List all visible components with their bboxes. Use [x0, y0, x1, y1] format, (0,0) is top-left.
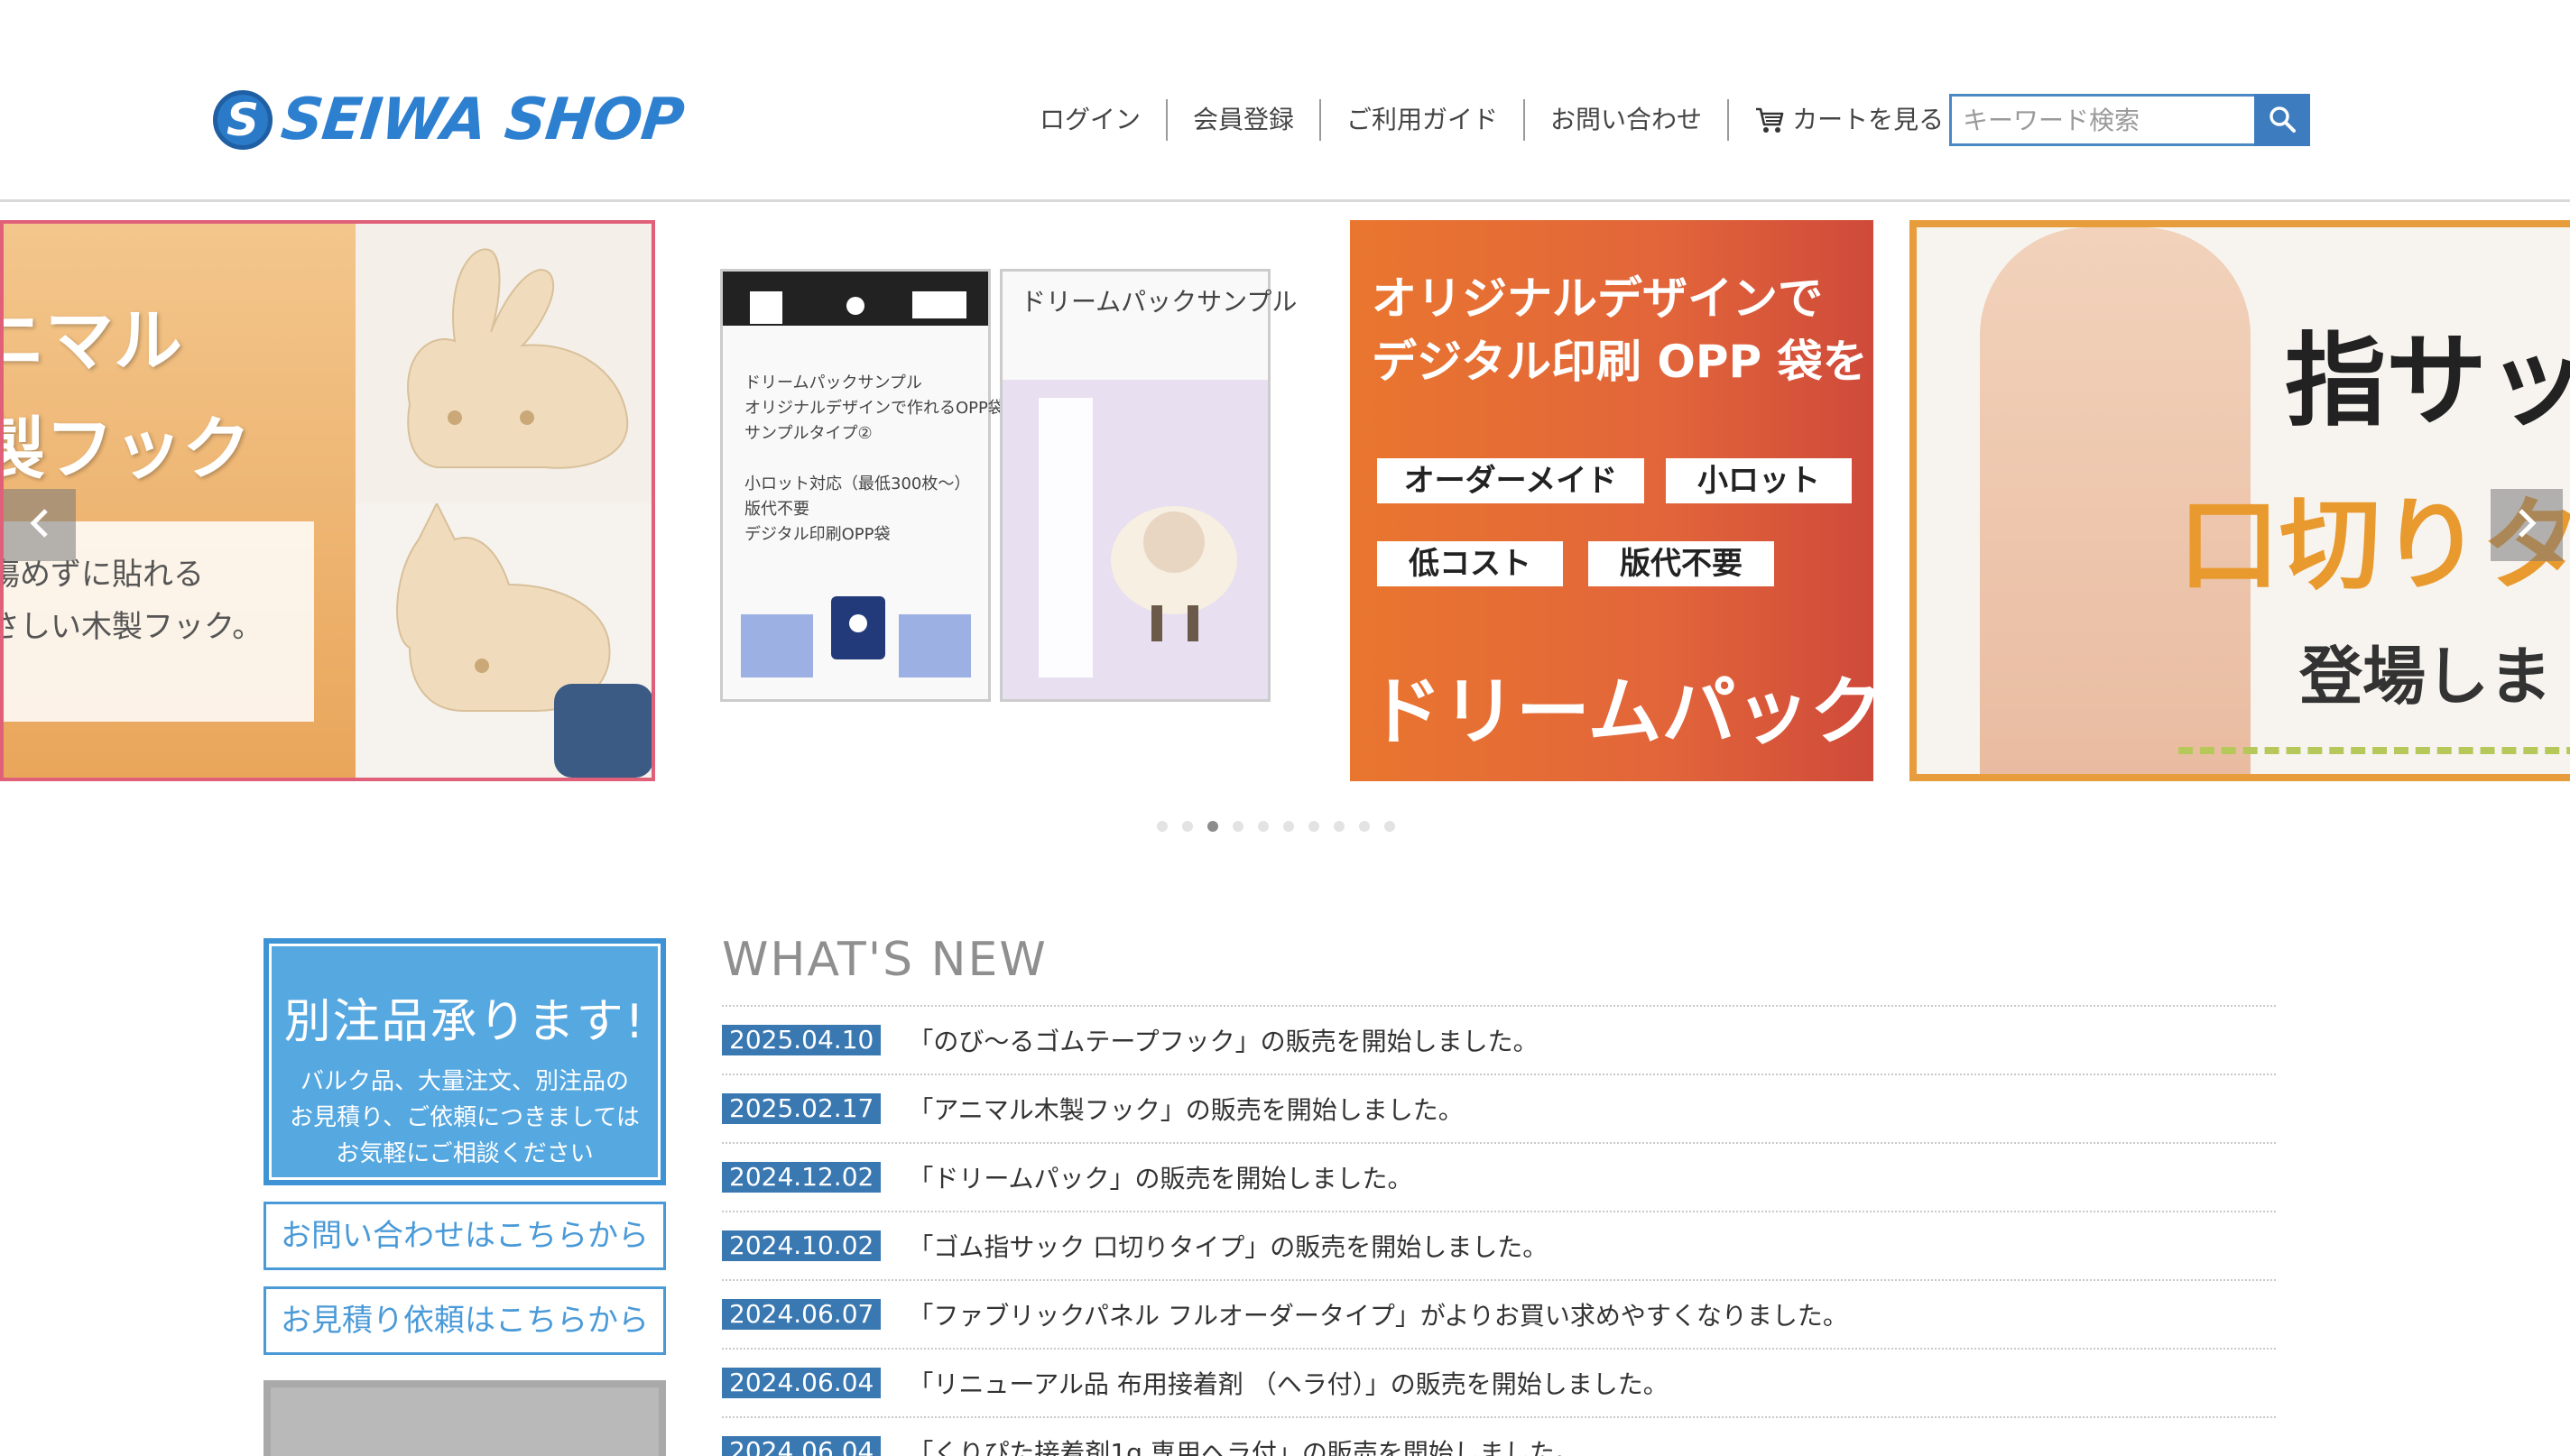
contact-link-button[interactable]: お問い合わせはこちらから: [263, 1202, 666, 1270]
news-item[interactable]: 2024.06.07 「ファブリックパネル フルオーダータイプ」がよりお買い求め…: [722, 1281, 2276, 1350]
nav-contact-label: お問い合わせ: [1550, 105, 1703, 134]
tag-no-plate-fee: 版代不要: [1588, 541, 1774, 586]
logo-text: SEIWA SHOP: [278, 87, 687, 153]
nav-guide[interactable]: ご利用ガイド: [1319, 99, 1523, 141]
news-item[interactable]: 2025.04.10 「のび〜るゴムテープフック」の販売を開始しました。: [722, 1007, 2276, 1075]
tag-small-lot: 小ロット: [1666, 458, 1852, 503]
slide-dream-pack[interactable]: オリジナルデザインで デジタル印刷 OPP 袋を！ オーダーメイド 小ロット 低…: [1350, 220, 1873, 781]
custom-order-desc: バルク品、大量注文、別注品の お見積り、ご依頼につきましては お気軽にご相談くだ…: [290, 1068, 640, 1167]
header-nav: ログイン 会員登録 ご利用ガイド お問い合わせ カートを見る: [1029, 99, 1969, 141]
carousel-dot[interactable]: [1384, 821, 1395, 832]
news-item[interactable]: 2024.12.02 「ドリームパック」の販売を開始しました。: [722, 1144, 2276, 1212]
news-text: 「くりぴた接着剤1g 専用ヘラ付」の販売を開始しました。: [908, 1438, 1580, 1456]
slide-brand: ドリームパック: [1368, 669, 1873, 755]
carousel-dot[interactable]: [1258, 821, 1269, 832]
estimate-link-button[interactable]: お見積り依頼はこちらから: [263, 1286, 666, 1355]
carousel-dot[interactable]: [1157, 821, 1168, 832]
news-date: 2024.10.02: [722, 1230, 882, 1261]
site-logo[interactable]: S SEIWA SHOP: [213, 87, 687, 153]
search-icon: [2267, 104, 2297, 137]
nav-login-label: ログイン: [1040, 105, 1142, 134]
carousel-dot[interactable]: [1182, 821, 1193, 832]
news-text: 「のび〜るゴムテープフック」の販売を開始しました。: [908, 1027, 1539, 1056]
news-item[interactable]: 2025.02.17 「アニマル木製フック」の販売を開始しました。: [722, 1075, 2276, 1144]
news-date: 2025.04.10: [722, 1025, 882, 1055]
hero-carousel: ニマル 製フック 傷めずに貼れる さしい木製フック。 ドリームパックサンプル オ…: [0, 220, 2570, 781]
news-text: 「アニマル木製フック」の販売を開始しました。: [908, 1095, 1464, 1125]
sample-pack-1: ドリームパックサンプル オリジナルデザインで作れるOPP袋 サンプルタイプ② 小…: [720, 269, 1004, 702]
tag-low-cost: 低コスト: [1377, 541, 1563, 586]
carousel-dot[interactable]: [1359, 821, 1370, 832]
logo-mark: S: [213, 90, 273, 150]
slide-line-3: 登場しま: [2299, 640, 2552, 714]
news-date: 2024.06.04: [722, 1368, 882, 1398]
nav-cart[interactable]: カートを見る: [1727, 99, 1969, 141]
sidebar-banner-image[interactable]: [263, 1380, 666, 1456]
search-button[interactable]: [2254, 94, 2310, 146]
carousel-dot[interactable]: [1334, 821, 1345, 832]
search-input[interactable]: [1949, 94, 2254, 146]
custom-order-title: 別注品承ります!: [283, 995, 646, 1049]
news-heading: WHAT'S NEW: [722, 933, 1048, 987]
cart-icon: [1754, 105, 1785, 135]
news-list: 2025.04.10 「のび〜るゴムテープフック」の販売を開始しました。 202…: [722, 1005, 2276, 1456]
news-text: 「ファブリックパネル フルオーダータイプ」がよりお買い求めやすくなりました。: [908, 1301, 1848, 1331]
carousel-dot-active[interactable]: [1207, 821, 1218, 832]
search-box: [1949, 94, 2310, 146]
carousel-dots: [1157, 821, 1395, 832]
carousel-dot[interactable]: [1283, 821, 1294, 832]
news-date: 2024.06.04: [722, 1436, 882, 1456]
custom-order-banner[interactable]: 別注品承ります! バルク品、大量注文、別注品の お見積り、ご依頼につきましては …: [263, 938, 666, 1185]
dog-hook-image: [356, 501, 652, 778]
sample-pack-2-label: ドリームパックサンプル: [1021, 287, 1298, 317]
nav-cart-label: カートを見る: [1792, 105, 1945, 134]
nav-login[interactable]: ログイン: [1029, 99, 1166, 141]
nav-guide-label: ご利用ガイド: [1346, 105, 1499, 134]
slide-finger-sack[interactable]: 指サッ 口切りタ 登場しま: [1909, 220, 2570, 781]
news-date: 2024.06.07: [722, 1299, 882, 1330]
chevron-right-icon: [2513, 505, 2540, 545]
sample-pack-1-label: ドリームパックサンプル オリジナルデザインで作れるOPP袋 サンプルタイプ② 小…: [744, 373, 1004, 544]
site-header: S SEIWA SHOP ログイン 会員登録 ご利用ガイド お問い合わせ カート…: [0, 0, 2570, 202]
nav-register-label: 会員登録: [1193, 105, 1295, 134]
slide-title: ニマル 製フック: [0, 300, 251, 489]
tag-order-made: オーダーメイド: [1377, 458, 1644, 503]
carousel-dot[interactable]: [1308, 821, 1319, 832]
slide-animal-hook[interactable]: ニマル 製フック 傷めずに貼れる さしい木製フック。: [0, 220, 655, 781]
carousel-dot[interactable]: [1233, 821, 1243, 832]
news-text: 「ドリームパック」の販売を開始しました。: [908, 1164, 1413, 1193]
news-item[interactable]: 2024.06.04 「くりぴた接着剤1g 専用ヘラ付」の販売を開始しました。: [722, 1418, 2276, 1456]
news-item[interactable]: 2024.06.04 「リニューアル品 布用接着剤 （ヘラ付）」の販売を開始しま…: [722, 1350, 2276, 1418]
dashed-divider: [2178, 747, 2570, 754]
nav-register[interactable]: 会員登録: [1166, 99, 1319, 141]
sample-pack-2: ドリームパックサンプル: [1000, 269, 1297, 702]
news-text: 「ゴム指サック 口切りタイプ」の販売を開始しました。: [908, 1232, 1548, 1262]
news-date: 2024.12.02: [722, 1162, 882, 1193]
slide-dream-pack-samples[interactable]: ドリームパックサンプル オリジナルデザインで作れるOPP袋 サンプルタイプ② 小…: [713, 220, 1336, 781]
nav-contact[interactable]: お問い合わせ: [1523, 99, 1727, 141]
carousel-prev-button[interactable]: [4, 489, 76, 561]
slide-headline: オリジナルデザインで デジタル印刷 OPP 袋を！: [1372, 272, 1873, 388]
rabbit-hook-image: [356, 224, 652, 503]
news-item[interactable]: 2024.10.02 「ゴム指サック 口切りタイプ」の販売を開始しました。: [722, 1212, 2276, 1281]
news-text: 「リニューアル品 布用接着剤 （ヘラ付）」の販売を開始しました。: [908, 1369, 1669, 1399]
chevron-left-icon: [26, 505, 53, 545]
news-date: 2025.02.17: [722, 1093, 882, 1124]
carousel-next-button[interactable]: [2491, 489, 2563, 561]
slide-line-1: 指サッ: [2285, 323, 2570, 440]
